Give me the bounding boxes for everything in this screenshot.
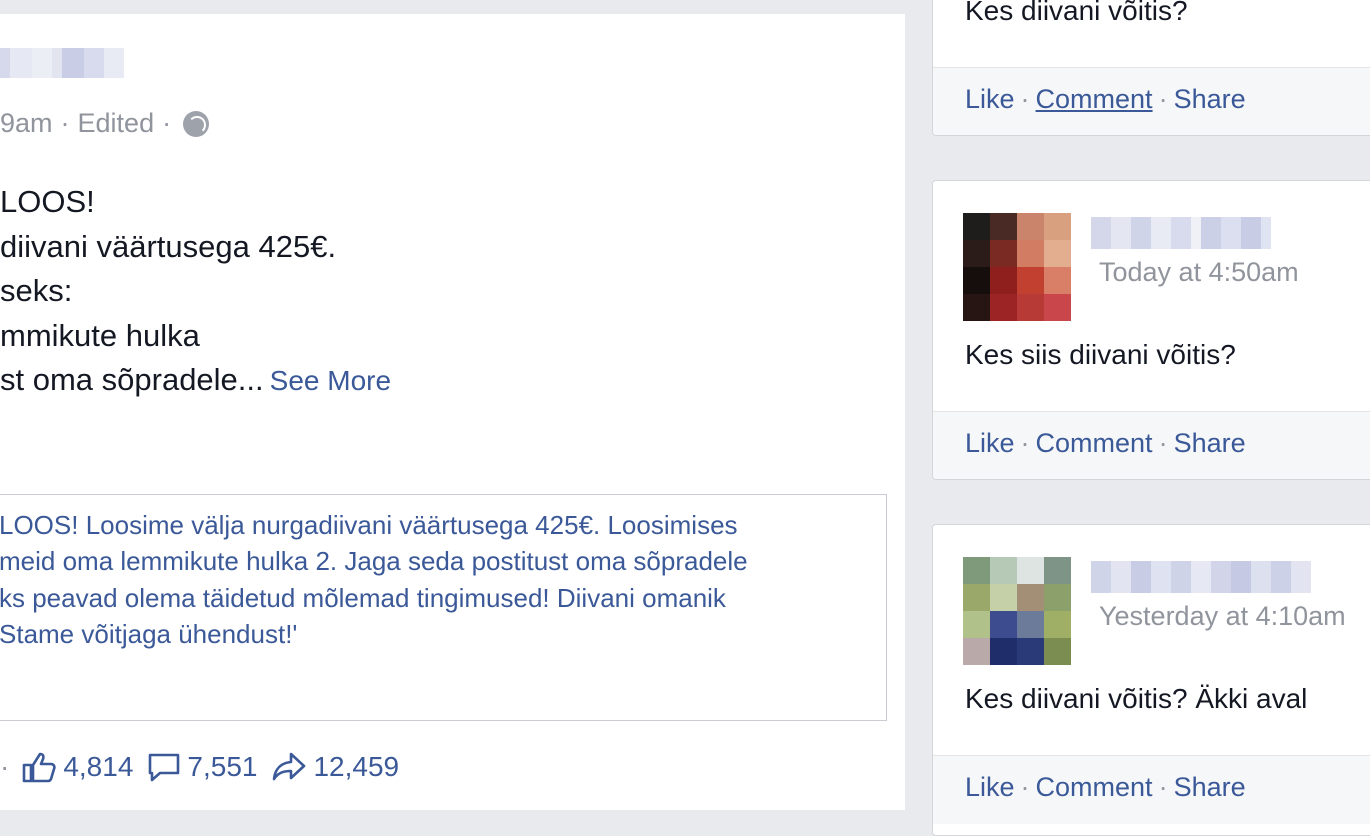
comment-text: Kes diivani võitis? (965, 0, 1188, 26)
comment-card-3: Yesterday at 4:10am Kes diivani võitis? … (932, 524, 1370, 836)
like-thumb-icon (23, 752, 56, 783)
globe-icon[interactable] (183, 110, 210, 137)
likes-count[interactable]: 4,814 (21, 750, 133, 784)
comment-link[interactable]: Comment (1036, 772, 1153, 802)
comment-actions: Like · Comment · Share (933, 67, 1370, 135)
comment-bubble-icon (149, 753, 180, 782)
author-name-blurred[interactable] (0, 48, 124, 78)
avatar[interactable] (963, 213, 1071, 321)
comment-card-2: Today at 4:50am Kes siis diivani võitis?… (932, 180, 1370, 480)
bottom-separator (0, 810, 905, 820)
comment-time[interactable]: Yesterday at 4:10am (1099, 601, 1346, 632)
comment-link[interactable]: Comment (1036, 84, 1153, 114)
edited-label[interactable]: Edited (78, 108, 155, 139)
post-time[interactable]: 9am (0, 108, 53, 139)
shared-link-preview[interactable]: LOOS! Loosime välja nurgadiivani väärtus… (0, 494, 887, 721)
comment-time[interactable]: Today at 4:50am (1099, 257, 1299, 288)
share-arrow-icon (273, 752, 306, 781)
shares-count[interactable]: 12,459 (271, 751, 399, 783)
comments-count[interactable]: 7,551 (147, 751, 257, 783)
post-stats: · 4,814 7,551 12,459 (0, 750, 400, 784)
share-link[interactable]: Share (1174, 428, 1246, 458)
comment-link[interactable]: Comment (1036, 428, 1153, 458)
top-separator (0, 0, 905, 14)
comment-actions: Like · Comment · Share (933, 411, 1370, 479)
comment-text: Kes diivani võitis? Äkki aval (965, 683, 1308, 714)
main-post-card: 9am · Edited · LOOS! diivani väärtusega … (0, 14, 905, 811)
like-link[interactable]: Like (965, 772, 1015, 802)
like-link[interactable]: Like (965, 428, 1015, 458)
share-link[interactable]: Share (1174, 772, 1246, 802)
comment-text: Kes siis diivani võitis? (965, 339, 1236, 370)
post-meta: 9am · Edited · (0, 108, 210, 139)
comment-card-1: Kes diivani võitis? Like · Comment · Share (932, 0, 1370, 136)
commenter-name-blurred[interactable] (1091, 561, 1311, 593)
see-more-link[interactable]: See More (270, 365, 391, 396)
preview-text: LOOS! Loosime välja nurgadiivani väärtus… (0, 510, 748, 649)
avatar[interactable] (963, 557, 1071, 665)
commenter-name-blurred[interactable] (1091, 217, 1271, 249)
like-link[interactable]: Like (965, 84, 1015, 114)
post-text: LOOS! diivani väärtusega 425€. seks: mmi… (0, 184, 392, 397)
comment-actions: Like · Comment · Share (933, 755, 1370, 824)
share-link[interactable]: Share (1174, 84, 1246, 114)
